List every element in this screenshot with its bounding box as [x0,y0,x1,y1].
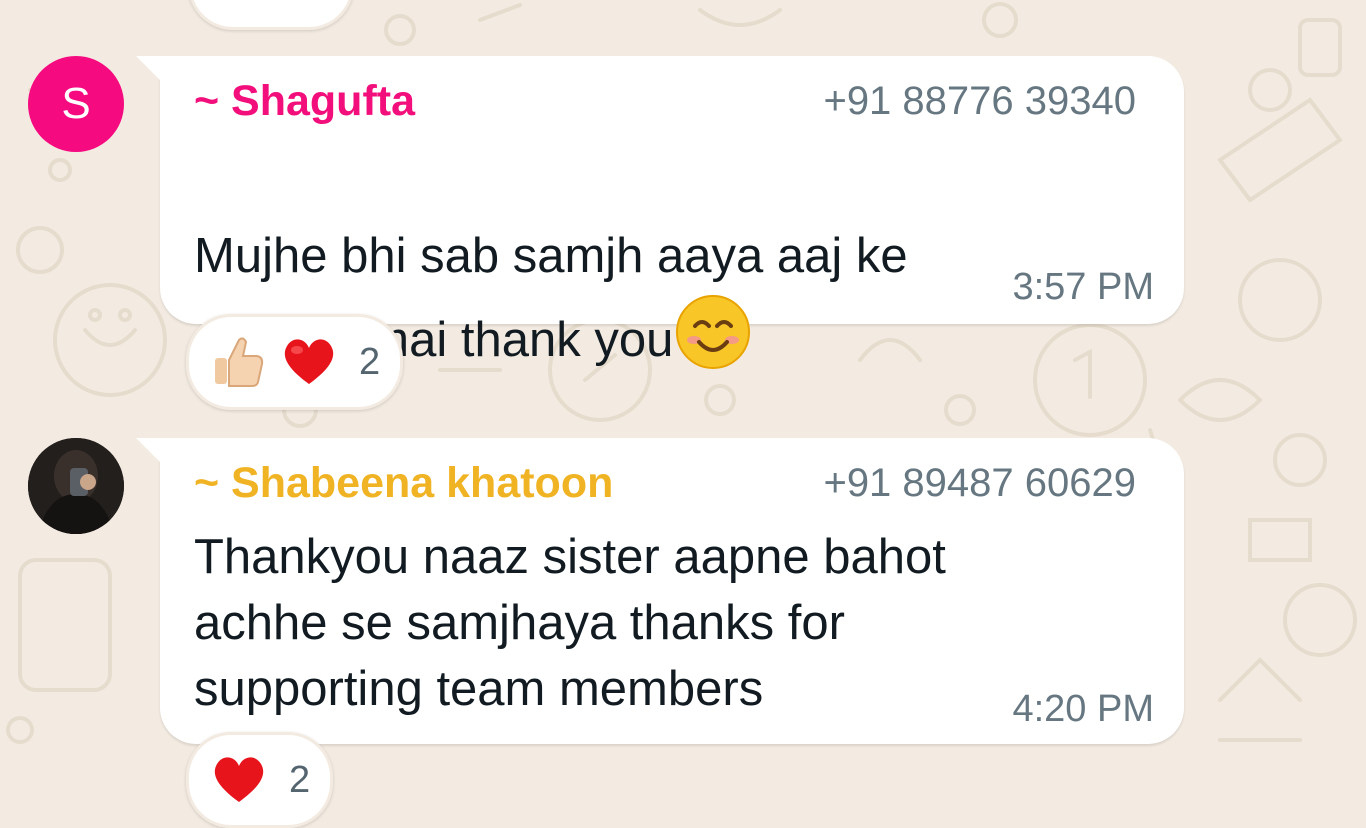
reaction-count: 2 [289,758,311,801]
red-heart-icon [209,750,269,811]
message-text: Thankyou naaz sister aapne bahot achhe s… [194,530,946,716]
reaction-bar[interactable]: 2 [186,732,334,828]
avatar-initial: S [61,79,91,128]
message-time: 4:20 PM [1012,688,1154,730]
reaction-bar[interactable]: 2 [186,314,404,410]
thumbs-up-icon [209,332,265,393]
sender-name[interactable]: ~ Shagufta [194,76,415,126]
sender-name[interactable]: ~ Shabeena khatoon [194,458,613,508]
message-time: 3:57 PM [1012,266,1154,308]
avatar[interactable]: S [28,56,124,152]
message-bubble[interactable]: ~ Shagufta +91 88776 39340 Mujhe bhi sab… [136,56,1184,369]
reaction-count: 2 [359,340,381,383]
message-bubble[interactable]: ~ Shabeena khatoon +91 89487 60629 Thank… [136,438,1184,744]
red-heart-icon [279,332,339,393]
profile-photo-avatar [28,438,124,534]
sender-phone[interactable]: +91 88776 39340 [823,76,1136,126]
avatar[interactable] [28,438,124,534]
sender-phone[interactable]: +91 89487 60629 [823,458,1136,508]
smiling-face-icon [675,294,751,392]
